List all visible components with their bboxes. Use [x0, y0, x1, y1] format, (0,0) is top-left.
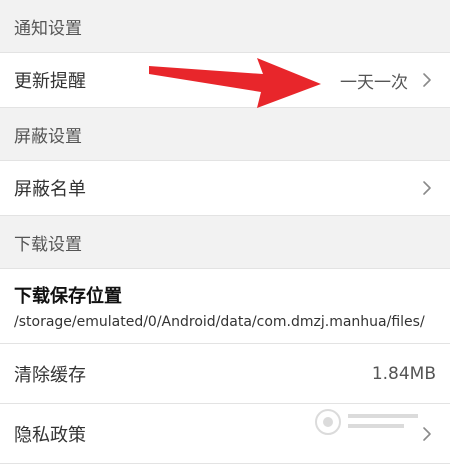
cache-size-value: 1.84MB	[371, 363, 436, 384]
block-list-row[interactable]: 屏蔽名单	[0, 160, 450, 216]
chevron-right-icon	[423, 181, 431, 195]
section-header-block: 屏蔽设置	[0, 108, 450, 160]
privacy-policy-row[interactable]: 隐私政策	[0, 404, 450, 464]
section-title-download: 下载设置	[14, 234, 82, 255]
block-list-label: 屏蔽名单	[14, 179, 86, 200]
privacy-policy-label: 隐私政策	[14, 424, 86, 446]
chevron-right-icon	[423, 426, 431, 441]
update-reminder-label: 更新提醒	[14, 71, 86, 92]
clear-cache-label: 清除缓存	[14, 364, 86, 386]
download-location-row[interactable]: 下载保存位置 /storage/emulated/0/Android/data/…	[0, 268, 450, 344]
update-reminder-value: 一天一次	[340, 72, 408, 93]
chevron-right-icon	[423, 73, 431, 87]
section-header-notification: 通知设置	[0, 0, 450, 52]
download-location-title: 下载保存位置	[14, 286, 122, 307]
section-title-block: 屏蔽设置	[14, 126, 82, 147]
update-reminder-row[interactable]: 更新提醒 一天一次	[0, 52, 450, 108]
download-location-path: /storage/emulated/0/Android/data/com.dmz…	[14, 314, 425, 330]
clear-cache-row[interactable]: 清除缓存 1.84MB	[0, 344, 450, 404]
section-title-notification: 通知设置	[14, 18, 82, 39]
section-header-download: 下载设置	[0, 216, 450, 268]
